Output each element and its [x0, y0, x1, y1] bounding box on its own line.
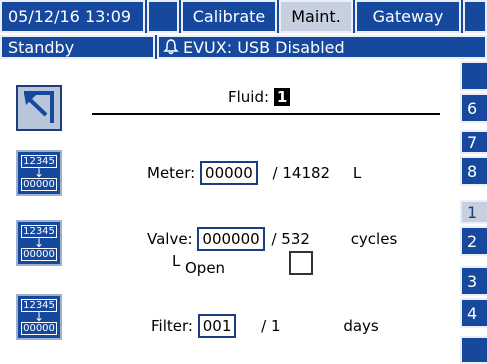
fluid-heading: Fluid: 1 — [228, 88, 291, 106]
side-tab-8[interactable]: 8 — [460, 156, 487, 186]
side-tab-7[interactable]: 7 — [460, 130, 487, 154]
back-button[interactable] — [16, 85, 62, 131]
header-spacer — [147, 0, 179, 33]
meter-row: Meter: 00000 / 14182 L — [147, 161, 361, 185]
status-text: Standby — [0, 35, 155, 59]
side-tab-3[interactable]: 3 — [460, 266, 487, 296]
reset-valve-button[interactable]: 12345 ↓ 00000 — [16, 220, 62, 266]
valve-label: Valve: — [147, 230, 193, 248]
tab-maint[interactable]: Maint. — [279, 0, 353, 33]
side-tab-up[interactable] — [460, 61, 487, 91]
reset-icon: 12345 ↓ 00000 — [18, 222, 60, 261]
reset-icon: 12345 ↓ 00000 — [18, 152, 60, 191]
filter-total: / 1 — [261, 317, 281, 335]
valve-open-checkbox[interactable] — [289, 251, 313, 275]
alert-area: EVUX: USB Disabled — [157, 35, 487, 59]
filter-row: Filter: 001 / 1 days — [151, 314, 379, 338]
header-bar: 05/12/16 13:09 Calibrate Maint. Gateway — [0, 0, 487, 33]
valve-unit: cycles — [350, 230, 398, 248]
status-bar: Standby EVUX: USB Disabled — [0, 35, 487, 59]
reset-icon: 12345 ↓ 00000 — [18, 296, 60, 335]
valve-field[interactable]: 000000 — [197, 227, 265, 251]
reset-meter-button[interactable]: 12345 ↓ 00000 — [16, 150, 62, 196]
fluid-value[interactable]: 1 — [273, 88, 291, 106]
back-arrow-icon — [24, 91, 54, 123]
reset-filter-button[interactable]: 12345 ↓ 00000 — [16, 294, 62, 340]
meter-total: / 14182 — [272, 164, 331, 182]
tab-more[interactable] — [463, 0, 487, 33]
tab-calibrate[interactable]: Calibrate — [181, 0, 277, 33]
side-tab-1[interactable]: 1 — [460, 200, 487, 224]
valve-open-label: Open — [185, 259, 226, 277]
bell-icon — [163, 39, 179, 55]
valve-total: / 532 — [271, 230, 310, 248]
fluid-label: Fluid: — [228, 88, 270, 106]
datetime: 05/12/16 13:09 — [0, 0, 145, 33]
meter-label: Meter: — [147, 164, 196, 182]
filter-field[interactable]: 001 — [197, 314, 237, 338]
filter-unit: days — [343, 317, 379, 335]
filter-label: Filter: — [151, 317, 193, 335]
alert-text: EVUX: USB Disabled — [183, 37, 345, 57]
tab-gateway[interactable]: Gateway — [355, 0, 461, 33]
side-tab-6[interactable]: 6 — [460, 93, 487, 123]
meter-unit: L — [352, 164, 362, 182]
valve-open-prefix: L — [172, 252, 181, 270]
valve-row: Valve: 000000 / 532 cycles — [147, 227, 397, 251]
divider — [92, 113, 440, 115]
side-tab-2[interactable]: 2 — [460, 226, 487, 256]
meter-field[interactable]: 00000 — [200, 161, 258, 185]
side-tab-down[interactable] — [460, 336, 487, 364]
side-tab-4[interactable]: 4 — [460, 298, 487, 328]
